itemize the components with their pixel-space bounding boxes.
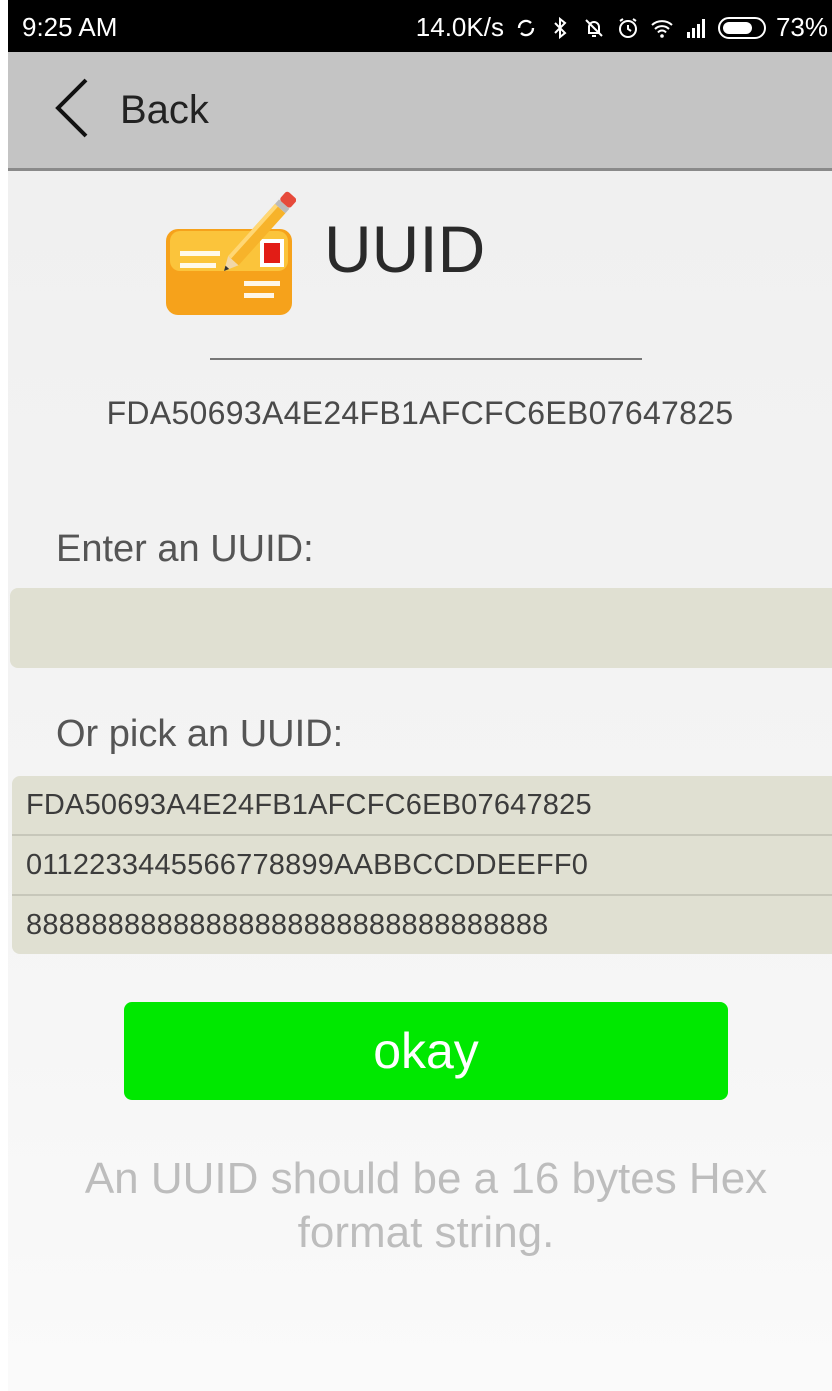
uuid-option-list: FDA50693A4E24FB1AFCFC6EB07647825 0112233… bbox=[12, 776, 832, 954]
hint-text: An UUID should be a 16 bytes Hex format … bbox=[84, 1154, 768, 1257]
battery-fill bbox=[722, 21, 752, 34]
status-time: 9:25 AM bbox=[22, 12, 118, 42]
status-bar: 9:25 AM 14.0K/s 73% bbox=[8, 0, 832, 52]
status-right: 14.0K/s 73% bbox=[416, 12, 828, 43]
pick-uuid-label: Or pick an UUID: bbox=[56, 713, 344, 755]
mute-icon bbox=[582, 16, 606, 40]
bluetooth-icon bbox=[548, 16, 572, 40]
current-uuid: FDA50693A4E24FB1AFCFC6EB07647825 bbox=[106, 395, 734, 431]
alarm-icon bbox=[616, 16, 640, 40]
chevron-left-icon bbox=[54, 78, 90, 143]
battery-icon bbox=[717, 16, 766, 39]
top-nav-bar: Back bbox=[8, 52, 832, 171]
network-speed: 14.0K/s bbox=[415, 12, 504, 42]
back-button[interactable]: Back bbox=[54, 78, 209, 143]
sync-icon bbox=[514, 16, 538, 40]
enter-uuid-label: Enter an UUID: bbox=[56, 528, 314, 570]
uuid-option[interactable]: FDA50693A4E24FB1AFCFC6EB07647825 bbox=[12, 776, 832, 836]
screen: 9:25 AM 14.0K/s 73% Back UUID FDA50693A4… bbox=[8, 0, 832, 1391]
uuid-option[interactable]: 0112233445566778899AABBCCDDEEFF0 bbox=[12, 836, 832, 896]
uuid-option[interactable]: 88888888888888888888888888888888 bbox=[12, 896, 832, 954]
uuid-input[interactable] bbox=[10, 588, 832, 668]
header: UUID bbox=[164, 183, 644, 323]
wifi-icon bbox=[650, 16, 674, 40]
envelope-pencil-icon bbox=[164, 183, 297, 323]
battery-percent: 73% bbox=[775, 12, 828, 42]
signal-icon bbox=[684, 16, 708, 40]
page-title: UUID bbox=[324, 212, 486, 286]
okay-button[interactable]: okay bbox=[124, 1002, 728, 1100]
back-label: Back bbox=[120, 87, 209, 132]
title-divider bbox=[210, 358, 642, 360]
